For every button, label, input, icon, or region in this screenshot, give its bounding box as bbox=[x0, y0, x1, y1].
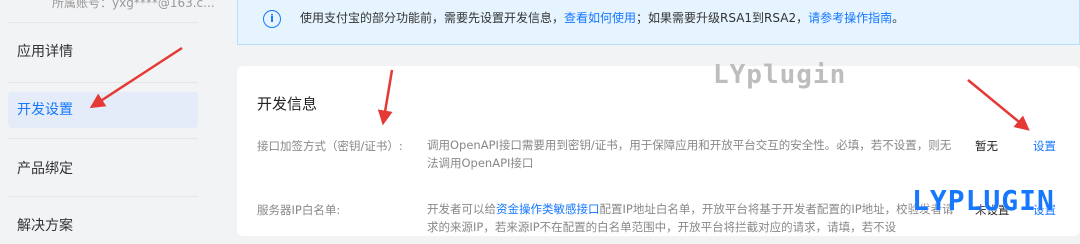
sidebar-item-dev-settings[interactable]: 开发设置 bbox=[8, 92, 198, 128]
nav-divider bbox=[8, 196, 198, 197]
notice-text-part: 使用支付宝的部分功能前，需要先设置开发信息， bbox=[300, 11, 565, 25]
how-to-use-link[interactable]: 查看如何使用 bbox=[564, 11, 636, 25]
notice-text-part: 。 bbox=[892, 11, 905, 25]
watermark: LYplugin bbox=[713, 60, 847, 90]
ip-whitelist-label: 服务器IP白名单: bbox=[257, 203, 341, 217]
watermark: LYPLUGIN bbox=[912, 184, 1055, 217]
sidebar-item-app-details[interactable]: 应用详情 bbox=[8, 34, 198, 70]
sidebar-item-label: 产品绑定 bbox=[17, 161, 73, 177]
signing-method-description: 调用OpenAPI接口需要用到密钥/证书，用于保障应用和开放平台交互的安全性。必… bbox=[427, 138, 952, 170]
sidebar-item-label: 应用详情 bbox=[17, 44, 73, 60]
nav-divider bbox=[8, 138, 198, 139]
notice-text-part: ；如果需要升级RSA1到RSA2， bbox=[636, 11, 809, 25]
info-icon: i bbox=[263, 10, 281, 28]
sensitive-api-link[interactable]: 资金操作类敏感接口 bbox=[496, 202, 600, 216]
info-notice: i 使用支付宝的部分功能前，需要先设置开发信息，查看如何使用；如果需要升级RSA… bbox=[237, 0, 1080, 45]
ip-desc-part: 开发者可以给 bbox=[427, 202, 496, 216]
signing-method-label: 接口加签方式（密钥/证书）: bbox=[257, 139, 403, 153]
notice-text: 使用支付宝的部分功能前，需要先设置开发信息，查看如何使用；如果需要升级RSA1到… bbox=[300, 9, 904, 27]
account-label: 所属账号：yxg****@163.c... bbox=[52, 0, 215, 10]
sidebar-item-label: 解决方案 bbox=[17, 218, 73, 234]
sidebar: 所属账号：yxg****@163.c... 应用详情 开发设置 产品绑定 解决方… bbox=[0, 0, 215, 234]
operation-guide-link[interactable]: 请参考操作指南 bbox=[808, 11, 892, 25]
sidebar-item-solutions[interactable]: 解决方案 bbox=[8, 208, 198, 244]
nav-divider bbox=[8, 82, 198, 83]
nav-divider bbox=[8, 22, 198, 23]
signing-method-set-link[interactable]: 设置 bbox=[1033, 138, 1056, 154]
ip-whitelist-description: 开发者可以给资金操作类敏感接口配置IP地址白名单，开放平台将基于开发者配置的IP… bbox=[427, 200, 957, 236]
sidebar-item-product-binding[interactable]: 产品绑定 bbox=[8, 151, 198, 187]
sidebar-item-label: 开发设置 bbox=[17, 102, 73, 118]
panel-title: 开发信息 bbox=[257, 95, 318, 113]
signing-method-status: 暂无 bbox=[975, 139, 998, 153]
